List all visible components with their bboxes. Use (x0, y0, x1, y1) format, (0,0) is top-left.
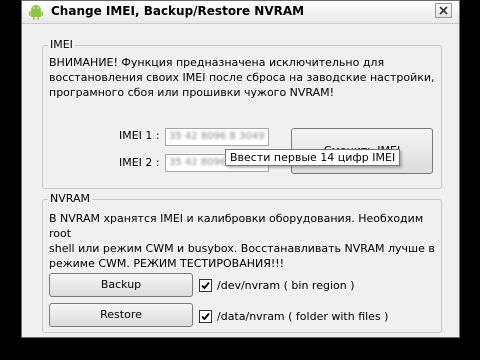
nvram-group-title: NVRAM (48, 192, 92, 205)
imei1-field[interactable]: 35 42 8096 8 3049 (165, 128, 269, 146)
nvram-notice: В NVRAM хранятся IMEI и калибровки обору… (49, 211, 439, 271)
backup-label: Backup (100, 278, 142, 291)
imei-group-title: IMEI (48, 38, 75, 51)
imei-nvram-window: Change IMEI, Backup/Restore NVRAM IMEI В… (21, 0, 460, 338)
close-button[interactable] (435, 3, 452, 18)
restore-option-label: /data/nvram ( folder with files ) (217, 310, 389, 323)
imei-notice-line: програмного сбоя или прошивки чужого NVR… (49, 86, 335, 99)
nvram-notice-line: shell или режим CWM и busybox. Восстанав… (49, 242, 435, 255)
nvram-notice-line: режиме CWM. РЕЖИМ ТЕСТИРОВАНИЯ!!! (49, 257, 285, 270)
checkmark-icon (201, 312, 210, 321)
imei1-label: IMEI 1 : (119, 129, 160, 142)
nvram-notice-line: В NVRAM хранятся IMEI и калибровки обору… (49, 212, 424, 240)
backup-option-label: /dev/nvram ( bin region ) (217, 279, 355, 292)
title-bar[interactable]: Change IMEI, Backup/Restore NVRAM (22, 1, 459, 24)
checkmark-icon (201, 281, 210, 290)
imei2-label: IMEI 2 : (119, 156, 160, 169)
nvram-group: NVRAM В NVRAM хранятся IMEI и калибровки… (42, 192, 442, 333)
imei-notice-line: восстановления своих IMEI после сброса н… (49, 71, 435, 84)
restore-button[interactable]: Restore (49, 303, 193, 327)
window-title: Change IMEI, Backup/Restore NVRAM (51, 4, 305, 18)
restore-label: Restore (100, 308, 142, 321)
imei1-value: 35 42 8096 8 3049 (169, 131, 265, 142)
imei-notice-line: ВНИМАНИЕ! Функция предназначена исключит… (49, 56, 385, 69)
restore-checkbox[interactable] (199, 310, 212, 323)
imei-group: IMEI ВНИМАНИЕ! Функция предназначена иск… (42, 38, 442, 189)
backup-checkbox[interactable] (199, 279, 212, 292)
close-icon (439, 6, 448, 15)
imei-notice: ВНИМАНИЕ! Функция предназначена исключит… (49, 55, 439, 100)
android-icon (29, 5, 43, 20)
imei-tooltip: Ввести первые 14 цифр IMEI (225, 149, 401, 166)
backup-button[interactable]: Backup (49, 273, 193, 297)
